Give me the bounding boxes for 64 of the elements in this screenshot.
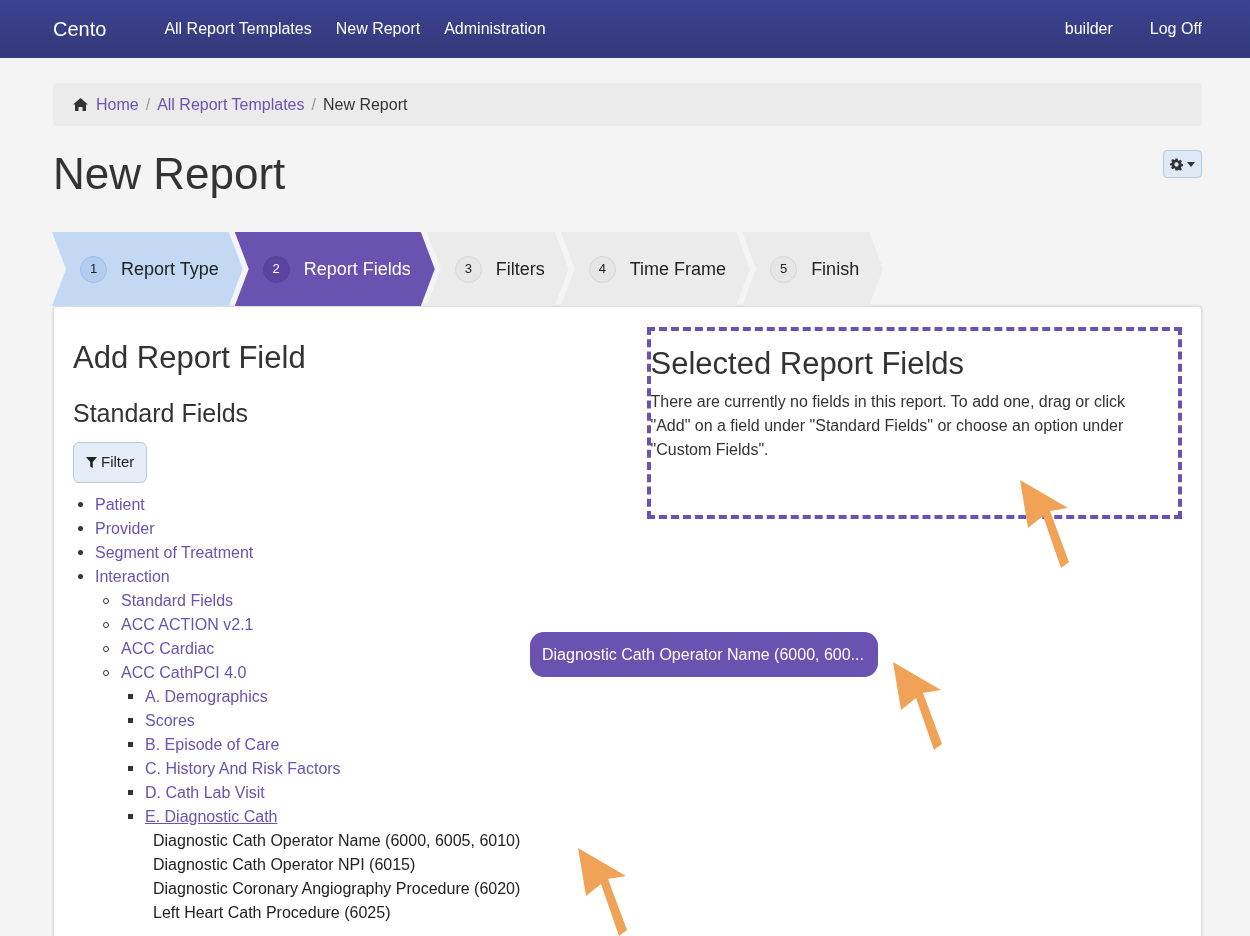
field-item[interactable]: Diagnostic Cath Operator NPI (6015): [153, 852, 416, 877]
nav-link[interactable]: New Report: [335, 17, 421, 41]
filter-button[interactable]: Filter: [73, 442, 148, 483]
section-heading: Add Report Field: [73, 339, 307, 377]
wizard-step[interactable]: 3 Filters: [426, 232, 569, 306]
empty-message: There are currently no fields in this report. To add one, drag or click "Add" on a field under "Standard Fields" or choose an option under "Custom Fields".: [650, 392, 1127, 461]
tree-link[interactable]: Provider: [95, 516, 155, 541]
bullet-icon: [78, 502, 83, 508]
bullet-icon: [128, 742, 133, 748]
tree-link[interactable]: ACC Cardiac: [121, 636, 215, 661]
breadcrumb-link[interactable]: Home: [96, 92, 139, 117]
field-item[interactable]: Diagnostic Cath Operator Name (6000, 6005, 6010): [153, 828, 521, 853]
breadcrumb-separator: /: [310, 94, 317, 115]
dragged-field-chip[interactable]: Diagnostic Cath Operator Name (6000, 600...: [530, 632, 878, 677]
tree-link[interactable]: B. Episode of Care: [145, 732, 280, 757]
step-number: 2: [262, 255, 290, 283]
settings-icon: [1170, 157, 1183, 171]
tree-link[interactable]: Segment of Treatment: [95, 540, 254, 565]
bullet-icon: [128, 718, 133, 724]
bullet-icon: [78, 574, 83, 580]
brand-link[interactable]: Cento: [53, 14, 107, 44]
home-icon: [73, 98, 88, 111]
wizard-step[interactable]: 5 Finish: [742, 232, 884, 306]
step-number: 5: [770, 255, 798, 283]
settings-button[interactable]: [1163, 150, 1202, 178]
step-number: 4: [588, 255, 616, 283]
step-number: 1: [80, 255, 107, 283]
pointer-arrow-icon: [1020, 480, 1072, 568]
pointer-arrow-icon: [578, 848, 630, 936]
wizard-step[interactable]: 2 Report Fields: [234, 232, 435, 306]
tree-link[interactable]: Patient: [95, 492, 145, 517]
tree-link[interactable]: Scores: [145, 708, 195, 733]
user-link[interactable]: builder: [1064, 17, 1113, 41]
logoff-link[interactable]: Log Off: [1149, 17, 1202, 41]
section-subheading: Standard Fields: [73, 398, 250, 429]
tree-link[interactable]: Standard Fields: [121, 588, 234, 613]
bullet-icon: [128, 766, 133, 772]
filter-icon: [86, 456, 97, 468]
pointer-arrow-icon: [893, 662, 945, 750]
wizard-step[interactable]: 1 Report Type: [52, 232, 243, 306]
nav-link[interactable]: All Report Templates: [164, 17, 312, 41]
breadcrumb-separator: /: [144, 94, 152, 115]
tree-link[interactable]: A. Demographics: [145, 684, 268, 709]
field-item[interactable]: Diagnostic Coronary Angiography Procedure (6020): [153, 876, 521, 901]
bullet-icon: [128, 814, 133, 820]
step-number: 3: [454, 255, 482, 283]
bullet-icon: [128, 790, 133, 796]
breadcrumb-link[interactable]: All Report Templates: [157, 92, 305, 117]
tree-link[interactable]: C. History And Risk Factors: [145, 756, 341, 781]
wizard-step[interactable]: 4 Time Frame: [560, 232, 751, 306]
caret-icon: [1187, 161, 1195, 167]
bullet-icon: [128, 694, 133, 700]
nav-link[interactable]: Administration: [444, 17, 546, 41]
bullet-icon: [78, 550, 83, 556]
tree-link[interactable]: E. Diagnostic Cath: [145, 804, 278, 829]
section-heading: Selected Report Fields: [650, 345, 966, 383]
bullet-icon: [78, 526, 83, 532]
tree-link[interactable]: D. Cath Lab Visit: [145, 780, 265, 805]
field-item[interactable]: Left Heart Cath Procedure (6025): [153, 900, 391, 925]
page-title: New Report: [53, 152, 286, 196]
tree-link[interactable]: ACC ACTION v2.1: [121, 612, 254, 637]
breadcrumb-current: New Report: [322, 94, 408, 115]
tree-link[interactable]: ACC CathPCI 4.0: [121, 660, 247, 685]
tree-link[interactable]: Interaction: [95, 564, 170, 589]
